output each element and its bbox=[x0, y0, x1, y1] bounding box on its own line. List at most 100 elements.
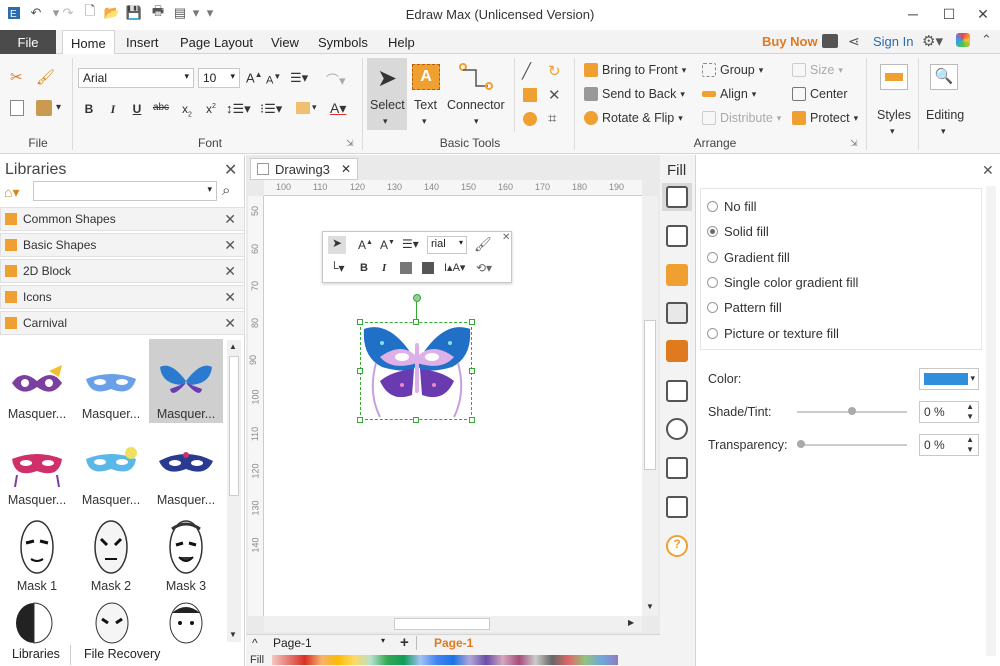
globe-icon[interactable] bbox=[666, 418, 688, 440]
fill-option-pattern-fill[interactable]: Pattern fill bbox=[707, 300, 782, 315]
butterfly-mask-shape[interactable] bbox=[362, 323, 472, 422]
share-icon[interactable]: ⋖ bbox=[848, 33, 860, 50]
file-recovery-tab[interactable]: File Recovery bbox=[84, 647, 160, 661]
notes-icon[interactable] bbox=[666, 457, 688, 479]
size-button[interactable]: Size ▾ bbox=[792, 63, 843, 77]
color-swatches[interactable] bbox=[272, 655, 618, 665]
help-icon[interactable]: ? bbox=[666, 535, 688, 557]
float-font-select[interactable]: rial ▾ bbox=[427, 236, 467, 254]
center-button[interactable]: Center bbox=[792, 87, 848, 101]
tab-page-layout[interactable]: Page Layout bbox=[180, 30, 253, 54]
styles-button[interactable]: Styles bbox=[877, 108, 911, 122]
text-tool-icon[interactable]: A bbox=[412, 64, 440, 90]
pointer-icon[interactable]: ➤ bbox=[328, 236, 346, 254]
buy-now-link[interactable]: Buy Now bbox=[762, 34, 818, 49]
fill-panel-scrollbar[interactable] bbox=[986, 186, 996, 656]
paste-icon[interactable] bbox=[36, 100, 52, 116]
connector-icon[interactable]: └▾ bbox=[330, 261, 345, 275]
slider-handle[interactable] bbox=[848, 407, 856, 415]
library-category-2d-block[interactable]: 2D Block ✕ bbox=[0, 259, 245, 283]
text-size-icon[interactable]: I▴A▾ bbox=[444, 261, 465, 274]
chevron-down-icon[interactable]: ▾ bbox=[312, 102, 317, 113]
layer-icon[interactable] bbox=[666, 340, 688, 362]
subscript-button[interactable]: x2 bbox=[178, 102, 196, 118]
chevron-down-icon[interactable]: ▾ bbox=[56, 102, 61, 113]
close-icon[interactable]: ✕ bbox=[224, 237, 236, 254]
document-tab[interactable]: Drawing3 ✕ bbox=[250, 158, 358, 180]
distribute-button[interactable]: Distribute ▾ bbox=[702, 111, 781, 125]
scrollbar-thumb[interactable] bbox=[394, 618, 490, 630]
sign-in-link[interactable]: Sign In bbox=[873, 34, 913, 49]
format-painter-icon[interactable]: 🖌 bbox=[36, 68, 55, 86]
align-button[interactable]: Align ▾ bbox=[702, 87, 756, 101]
cut-icon[interactable]: ✂ bbox=[10, 68, 23, 86]
page-selector[interactable]: Page-1 ▾ bbox=[270, 636, 388, 652]
shape-mask-2[interactable]: Mask 2 bbox=[74, 511, 148, 595]
dialog-launcher-icon[interactable]: ⇲ bbox=[850, 138, 858, 149]
tab-file[interactable]: File bbox=[0, 30, 56, 54]
shape-masquerade-5[interactable]: Masquer... bbox=[74, 425, 148, 509]
grow-font-icon[interactable]: A▲ bbox=[246, 70, 263, 85]
close-icon[interactable]: ✕ bbox=[224, 289, 236, 306]
face-mask-icon[interactable] bbox=[14, 601, 54, 648]
color-picker[interactable]: ▾ bbox=[919, 368, 979, 390]
tab-home[interactable]: Home bbox=[62, 30, 115, 55]
page-tab[interactable]: Page-1 bbox=[434, 636, 473, 650]
shrink-font-icon[interactable]: A▼ bbox=[266, 72, 281, 87]
image-icon[interactable] bbox=[666, 302, 688, 324]
connector-icon[interactable] bbox=[458, 62, 494, 95]
bold-button[interactable]: B bbox=[80, 102, 98, 116]
fill-option-gradient-fill[interactable]: Gradient fill bbox=[707, 250, 790, 265]
text-tool-label[interactable]: Text bbox=[414, 98, 437, 112]
cross-tool-icon[interactable]: ✕ bbox=[548, 86, 561, 104]
rotation-handle[interactable] bbox=[413, 294, 421, 302]
bullets-icon[interactable]: ⁝☰▾ bbox=[260, 101, 282, 117]
copy-icon[interactable] bbox=[10, 100, 24, 116]
home-icon[interactable]: ⌂▾ bbox=[4, 184, 19, 201]
tab-insert[interactable]: Insert bbox=[126, 30, 159, 54]
shape-mask-3[interactable]: Mask 3 bbox=[149, 511, 223, 595]
dialog-launcher-icon[interactable]: ⇲ bbox=[346, 138, 354, 149]
maximize-icon[interactable]: ☐ bbox=[934, 3, 964, 25]
arc-tool-icon[interactable]: ↻ bbox=[548, 62, 561, 80]
search-icon[interactable]: ⌕ bbox=[222, 182, 230, 199]
face-mask-icon[interactable] bbox=[166, 601, 206, 648]
library-category-common-shapes[interactable]: Common Shapes ✕ bbox=[0, 207, 245, 231]
bring-to-front-icon[interactable] bbox=[400, 262, 412, 274]
chevron-down-icon[interactable]: ▾ bbox=[422, 116, 427, 127]
superscript-button[interactable]: x2 bbox=[202, 102, 220, 116]
line-tool-icon[interactable]: ╱ bbox=[522, 62, 531, 80]
tab-view[interactable]: View bbox=[271, 30, 299, 54]
close-icon[interactable]: ✕ bbox=[224, 263, 236, 280]
search-icon[interactable]: 🔍 bbox=[930, 64, 958, 90]
send-to-back-button[interactable]: Send to Back ▾ bbox=[584, 87, 685, 101]
chevron-down-icon[interactable]: ▾ bbox=[941, 126, 946, 137]
styles-icon[interactable] bbox=[880, 64, 908, 90]
shape-masquerade-3[interactable]: Masquer... bbox=[149, 339, 223, 423]
fill-option-solid-fill[interactable]: Solid fill bbox=[707, 224, 769, 239]
protect-button[interactable]: Protect ▾ bbox=[792, 111, 858, 125]
style-icon[interactable]: ⟲▾ bbox=[476, 261, 492, 275]
close-icon[interactable]: ✕ bbox=[224, 160, 237, 180]
bold-button[interactable]: B bbox=[360, 262, 368, 274]
close-icon[interactable]: ✕ bbox=[968, 3, 998, 25]
ellipse-tool-icon[interactable] bbox=[523, 112, 537, 126]
shape-masquerade-2[interactable]: Masquer... bbox=[74, 339, 148, 423]
shape-masquerade-6[interactable]: Masquer... bbox=[149, 425, 223, 509]
grow-font-icon[interactable]: A▲ bbox=[358, 238, 373, 252]
line-style-icon[interactable] bbox=[666, 225, 688, 247]
align-icon[interactable]: ☰▾ bbox=[290, 70, 308, 86]
comment-icon[interactable] bbox=[666, 496, 688, 518]
shape-masquerade-1[interactable]: Masquer... bbox=[0, 339, 74, 423]
cart-icon[interactable] bbox=[822, 34, 838, 48]
face-mask-icon[interactable] bbox=[92, 601, 132, 648]
slider-handle[interactable] bbox=[797, 440, 805, 448]
close-icon[interactable]: ✕ bbox=[982, 162, 994, 179]
close-icon[interactable]: ✕ bbox=[341, 162, 351, 176]
chevron-down-icon[interactable]: ▾ bbox=[474, 116, 479, 127]
page-icon[interactable] bbox=[666, 380, 688, 402]
strikethrough-button[interactable]: abc bbox=[152, 102, 170, 113]
add-page-icon[interactable]: + bbox=[400, 634, 409, 651]
close-icon[interactable]: ✕ bbox=[502, 232, 510, 243]
chevron-down-icon[interactable]: ▾ bbox=[890, 126, 895, 137]
